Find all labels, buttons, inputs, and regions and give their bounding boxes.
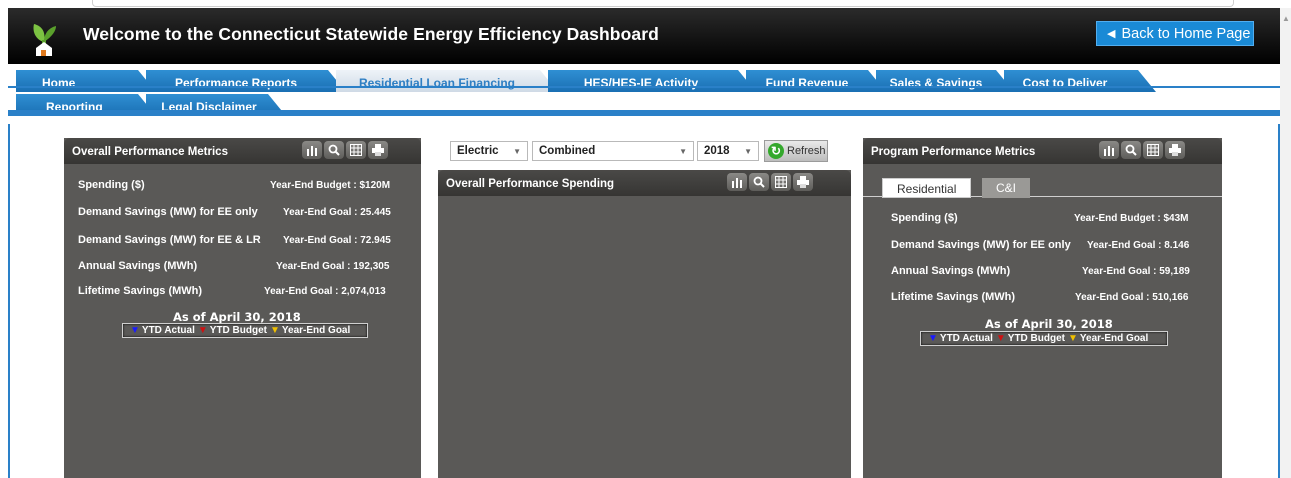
table-icon[interactable]: [1143, 141, 1163, 159]
print-icon[interactable]: [1165, 141, 1185, 159]
print-icon[interactable]: [793, 173, 813, 191]
scroll-up-icon[interactable]: ▲: [1282, 14, 1290, 23]
main-nav: Home Performance Reports Residential Loa…: [8, 64, 1280, 124]
address-field-edge: [92, 0, 1234, 7]
app-header: Welcome to the Connecticut Statewide Ene…: [8, 8, 1280, 64]
tab-fund-revenue[interactable]: Fund Revenue: [746, 70, 886, 92]
as-of-date: As of April 30, 2018: [985, 317, 1113, 331]
legend-item: YTD Actual: [141, 325, 195, 336]
sector-select[interactable]: Combined ▼: [532, 141, 694, 161]
browser-strip: [0, 0, 1291, 8]
budget-triangle-icon: ▼: [995, 333, 1006, 344]
nav-bottom-bar: [8, 110, 1280, 116]
back-home-label: Back to Home Page: [1121, 25, 1251, 42]
year-select[interactable]: 2018 ▼: [697, 141, 759, 161]
metric-label: Annual Savings (MWh): [78, 260, 198, 272]
actual-triangle-icon: ▼: [928, 333, 938, 344]
select-value: Combined: [539, 145, 596, 157]
actual-triangle-icon: ▼: [130, 325, 140, 336]
chevron-down-icon: ▼: [513, 147, 521, 156]
left-triangle-icon: ◀: [1107, 28, 1116, 40]
legend-item: YTD Actual: [939, 333, 993, 344]
metric-label: Spending ($): [891, 212, 958, 224]
panel-title: Overall Performance Spending: [446, 178, 615, 190]
page-title: Welcome to the Connecticut Statewide Ene…: [83, 24, 659, 44]
metric-goal: Year-End Goal : 72.945: [283, 235, 391, 246]
back-home-button[interactable]: ◀ Back to Home Page: [1096, 21, 1254, 46]
metric-goal: Year-End Goal : 192,305: [276, 261, 390, 272]
tab-sales-savings[interactable]: Sales & Savings: [876, 70, 1014, 92]
bar-chart-icon[interactable]: [1099, 141, 1119, 159]
metric-goal: Year-End Budget : $43M: [1074, 213, 1189, 224]
zoom-icon[interactable]: [749, 173, 769, 191]
tab-performance-reports[interactable]: Performance Reports: [146, 70, 346, 92]
panel-toolbar: [1099, 141, 1185, 159]
metric-goal: Year-End Goal : 59,189: [1082, 266, 1190, 277]
tab-hes-activity[interactable]: HES/HES-IE Activity: [548, 70, 756, 92]
refresh-icon: ↻: [768, 143, 784, 159]
zoom-icon[interactable]: [324, 141, 344, 159]
table-icon[interactable]: [771, 173, 791, 191]
tab-home[interactable]: Home: [16, 70, 156, 92]
plant-logo-icon: [33, 24, 56, 56]
metric-label: Lifetime Savings (MWh): [891, 291, 1016, 303]
legend-item: Year-End Goal: [1079, 333, 1149, 344]
select-value: Electric: [457, 145, 499, 157]
chevron-down-icon: ▼: [744, 147, 752, 156]
legend-item: YTD Budget: [209, 325, 267, 336]
tab-label: C&I: [996, 181, 1017, 195]
goal-triangle-icon: ▼: [1068, 333, 1078, 344]
tab-label: Residential: [897, 182, 957, 196]
legend-item: Year-End Goal: [281, 325, 351, 336]
panel-title: Overall Performance Metrics: [72, 146, 228, 158]
scrollbar[interactable]: ▲: [1280, 8, 1291, 478]
panel-toolbar: [727, 173, 813, 191]
metric-label: Spending ($): [78, 179, 145, 191]
tab-residential-loan-financing[interactable]: Residential Loan Financing: [336, 70, 558, 92]
metric-goal: Year-End Goal : 2,074,013: [264, 286, 386, 297]
legend: ▼ YTD Actual ▼ YTD Budget ▼ Year-End Goal: [920, 331, 1168, 346]
refresh-button[interactable]: ↻ Refresh: [764, 140, 828, 162]
zoom-icon[interactable]: [1121, 141, 1141, 159]
spending-panel: Overall Performance Spending: [438, 170, 851, 478]
overall-metrics-panel: Overall Performance Metrics Spending ($)…: [64, 138, 421, 478]
table-icon[interactable]: [346, 141, 366, 159]
bar-chart-icon[interactable]: [727, 173, 747, 191]
tab-residential[interactable]: Residential: [882, 178, 972, 198]
metric-label: Demand Savings (MW) for EE only: [78, 206, 258, 218]
nav-divider: [8, 86, 1280, 88]
metric-label: Annual Savings (MWh): [891, 265, 1011, 277]
panel-toolbar: [302, 141, 388, 159]
goal-triangle-icon: ▼: [270, 325, 280, 336]
print-icon[interactable]: [368, 141, 388, 159]
metric-goal: Year-End Budget : $120M: [270, 180, 391, 191]
legend-item: YTD Budget: [1007, 333, 1065, 344]
tab-ci[interactable]: C&I: [982, 178, 1031, 198]
metric-label: Demand Savings (MW) for EE & LR: [78, 234, 261, 246]
fuel-select[interactable]: Electric ▼: [450, 141, 528, 161]
metric-goal: Year-End Goal : 25.445: [283, 207, 391, 218]
bar-chart-icon[interactable]: [302, 141, 322, 159]
tab-cost-to-deliver[interactable]: Cost to Deliver: [1004, 70, 1156, 92]
metric-goal: Year-End Goal : 510,166: [1075, 292, 1189, 303]
metric-goal: Year-End Goal : 8.146: [1087, 240, 1190, 251]
legend: ▼ YTD Actual ▼ YTD Budget ▼ Year-End Goal: [122, 323, 368, 338]
as-of-date: As of April 30, 2018: [173, 310, 301, 324]
panel-title: Program Performance Metrics: [871, 146, 1036, 158]
metric-label: Demand Savings (MW) for EE only: [891, 239, 1071, 251]
chevron-down-icon: ▼: [679, 147, 687, 156]
select-value: 2018: [704, 145, 730, 157]
budget-triangle-icon: ▼: [197, 325, 208, 336]
refresh-label: Refresh: [787, 145, 826, 157]
metric-label: Lifetime Savings (MWh): [78, 285, 203, 297]
